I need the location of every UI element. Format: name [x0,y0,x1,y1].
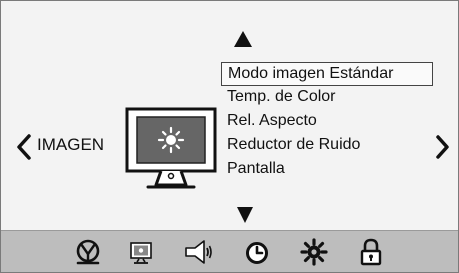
next-section-arrow-icon[interactable] [433,134,451,160]
sound-icon[interactable] [183,237,213,267]
picture-icon[interactable] [126,237,156,267]
menu-item-picture-mode[interactable]: Modo imagen Estándar [221,62,433,86]
time-icon[interactable] [242,237,272,267]
menu-item-noise-reduction[interactable]: Reductor de Ruido [221,134,433,158]
menu-item-color-temperature[interactable]: Temp. de Color [221,86,433,110]
lock-icon[interactable] [356,237,386,267]
channel-icon[interactable] [73,237,103,267]
osd-menu-screen: IMAGEN Modo imagen Estándar Temp. de Col… [0,0,459,273]
picture-settings-menu: Modo imagen Estándar Temp. de Color Rel.… [221,62,433,182]
section-title: IMAGEN [37,135,105,154]
menu-item-aspect-ratio[interactable]: Rel. Aspecto [221,110,433,134]
scroll-up-arrow-icon[interactable] [234,31,252,47]
menu-tab-bar [1,230,458,272]
previous-section-arrow-icon[interactable] [13,133,37,161]
scroll-down-arrow-icon[interactable] [237,207,253,223]
menu-item-screen[interactable]: Pantalla [221,158,433,182]
menu-main-area: IMAGEN Modo imagen Estándar Temp. de Col… [1,1,458,230]
picture-monitor-icon [124,107,218,193]
setup-icon[interactable] [299,237,329,267]
